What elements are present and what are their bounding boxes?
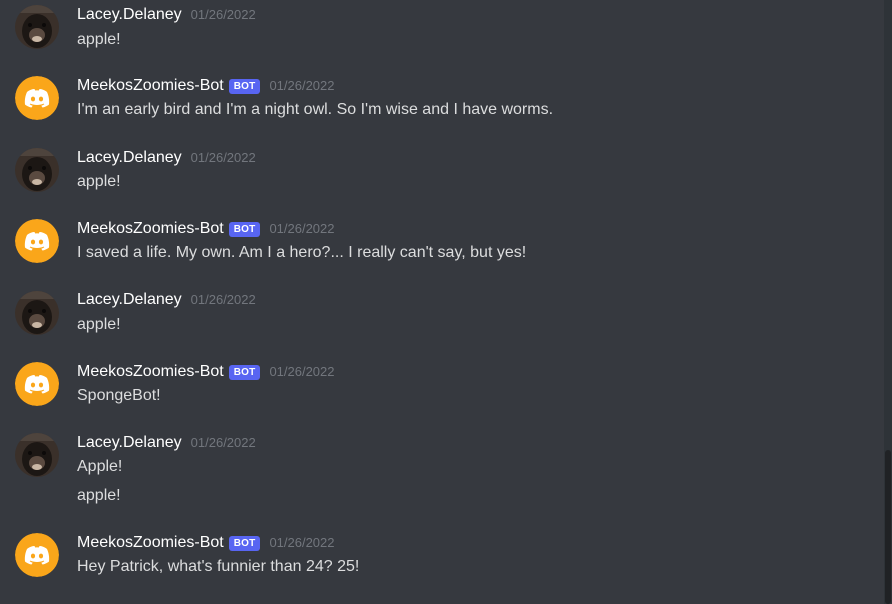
user-avatar[interactable] (15, 5, 59, 49)
bot-tag: BOT (228, 535, 261, 551)
message-text: I'm an early bird and I'm a night owl. S… (77, 101, 554, 118)
chat-message-list: Lacey.Delaney 01/26/2022 apple! MeekosZo… (0, 0, 892, 604)
message-text: apple! (77, 316, 121, 333)
dog-photo-icon (15, 291, 59, 335)
message-timestamp[interactable]: 01/26/2022 (269, 76, 334, 96)
discord-logo-icon (15, 362, 59, 406)
discord-logo-icon (15, 76, 59, 120)
bot-tag: BOT (228, 78, 261, 94)
author-name[interactable]: MeekosZoomies-Bot (77, 533, 224, 553)
message-timestamp[interactable]: 01/26/2022 (269, 533, 334, 553)
author-name[interactable]: MeekosZoomies-Bot (77, 76, 224, 96)
message-text: I saved a life. My own. Am I a hero?... … (77, 244, 527, 261)
message-text: apple! (77, 173, 121, 190)
author-name[interactable]: Lacey.Delaney (77, 148, 182, 168)
bot-avatar[interactable] (15, 362, 59, 406)
message-text: SpongeBot! (77, 387, 161, 404)
dog-photo-icon (15, 433, 59, 477)
scrollbar-track[interactable] (884, 0, 892, 604)
author-name[interactable]: MeekosZoomies-Bot (77, 362, 224, 382)
bot-tag: BOT (228, 221, 261, 237)
message-text: Hey Patrick, what's funnier than 24? 25! (77, 558, 360, 575)
bot-avatar[interactable] (15, 76, 59, 120)
user-avatar[interactable] (15, 148, 59, 192)
author-name[interactable]: Lacey.Delaney (77, 5, 182, 25)
bot-avatar[interactable] (15, 219, 59, 263)
bot-tag: BOT (228, 364, 261, 380)
discord-logo-icon (15, 219, 59, 263)
author-name[interactable]: MeekosZoomies-Bot (77, 219, 224, 239)
message-text: Apple! (77, 458, 123, 475)
message-text: apple! (77, 31, 121, 48)
discord-logo-icon (15, 533, 59, 577)
dog-photo-icon (15, 5, 59, 49)
message-timestamp[interactable]: 01/26/2022 (191, 433, 256, 453)
user-avatar[interactable] (15, 291, 59, 335)
user-avatar[interactable] (15, 433, 59, 477)
message-timestamp[interactable]: 01/26/2022 (191, 5, 256, 25)
author-name[interactable]: Lacey.Delaney (77, 433, 182, 453)
bot-avatar[interactable] (15, 533, 59, 577)
message-timestamp[interactable]: 01/26/2022 (269, 362, 334, 382)
author-name[interactable]: Lacey.Delaney (77, 290, 182, 310)
message-timestamp[interactable]: 01/26/2022 (269, 219, 334, 239)
message-text: apple! (77, 487, 121, 504)
scrollbar-thumb[interactable] (885, 450, 891, 604)
dog-photo-icon (15, 148, 59, 192)
message-timestamp[interactable]: 01/26/2022 (191, 290, 256, 310)
message-timestamp[interactable]: 01/26/2022 (191, 148, 256, 168)
